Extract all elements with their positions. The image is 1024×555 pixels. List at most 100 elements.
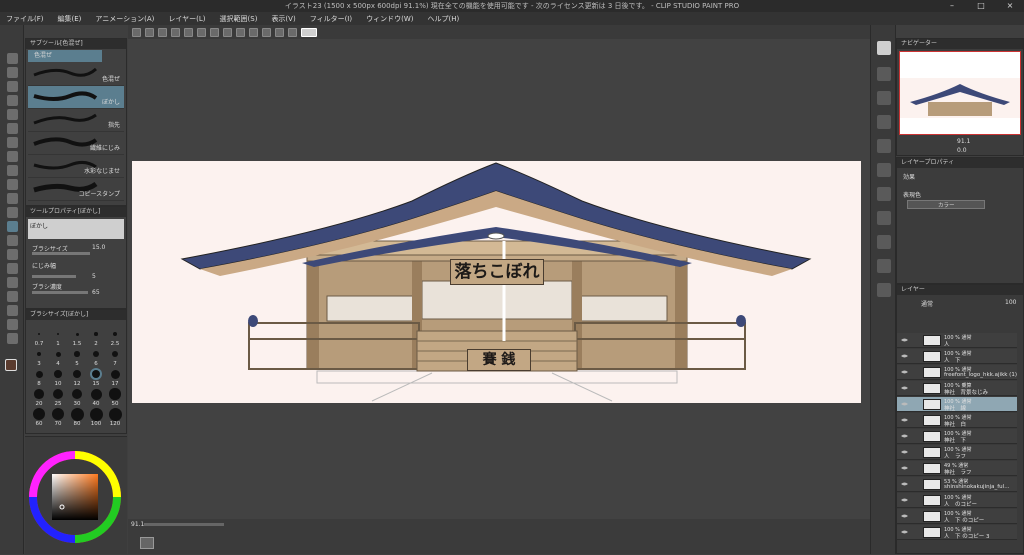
redo-icon[interactable] — [197, 27, 206, 37]
blur-slider[interactable] — [32, 275, 76, 278]
layer-visibility-eye-icon[interactable] — [901, 417, 908, 423]
material-icon[interactable] — [877, 91, 891, 105]
brush-size-preset[interactable] — [36, 351, 42, 357]
blend-tool-icon[interactable] — [7, 221, 18, 232]
layer-row[interactable]: 100 % 通常人 下 のコピー — [897, 509, 1017, 524]
navigator-preview[interactable] — [899, 51, 1021, 135]
hand-tool-icon[interactable] — [7, 67, 18, 78]
brush-size-preset[interactable] — [38, 333, 40, 335]
eraser-tool-icon[interactable] — [7, 207, 18, 218]
new-file-icon[interactable] — [145, 27, 154, 37]
subtool-item[interactable]: 指先 — [28, 109, 124, 132]
brush-size-preset[interactable] — [94, 332, 98, 336]
brush-size-preset[interactable] — [93, 351, 99, 357]
correct-line-tool-icon[interactable] — [7, 333, 18, 344]
brush-size-preset[interactable] — [75, 332, 79, 336]
brush-size-tab[interactable]: ブラシサイズ[ぼかし] — [26, 310, 126, 320]
density-slider[interactable] — [32, 291, 88, 294]
brush-size-preset[interactable] — [56, 332, 60, 336]
search-icon[interactable] — [877, 41, 891, 55]
main-color-swatch[interactable] — [5, 359, 17, 371]
layer-visibility-eye-icon[interactable] — [901, 513, 908, 519]
layer-row[interactable]: 100 % 通常 freefont_logo_hkk.ajikk (1) — [897, 365, 1017, 380]
invert-selection-icon[interactable] — [236, 27, 245, 37]
brush-size-preset[interactable] — [74, 351, 80, 357]
figure-tool-icon[interactable] — [7, 263, 18, 274]
layer-row[interactable]: 100 % 通常 神社 下 — [897, 429, 1017, 444]
brush-size-preset[interactable] — [70, 407, 84, 421]
ruler-tool-icon[interactable] — [7, 291, 18, 302]
layer-row[interactable]: 100 % 通常人 下 — [897, 349, 1017, 364]
menu-layer[interactable]: レイヤー(L) — [168, 14, 205, 24]
open-file-icon[interactable] — [158, 27, 167, 37]
menu-filter[interactable]: フィルター(I) — [310, 14, 352, 24]
layer-visibility-eye-icon[interactable] — [901, 481, 908, 487]
menu-view[interactable]: 表示(V) — [271, 14, 295, 24]
brush-size-preset[interactable] — [53, 389, 63, 399]
balloon-tool-icon[interactable] — [7, 319, 18, 330]
layer-visibility-eye-icon[interactable] — [901, 337, 908, 343]
eyedropper-tool-icon[interactable] — [7, 123, 18, 134]
gradient-tool-icon[interactable] — [7, 249, 18, 260]
zoom-tool-icon[interactable] — [7, 53, 18, 64]
subtool-tab[interactable]: サブツール[色混ぜ] — [26, 39, 126, 49]
navigator-toggle-icon[interactable] — [140, 537, 154, 549]
subtool-group[interactable]: 色混ぜ — [28, 50, 102, 62]
tool-property-tab[interactable]: ツールプロパティ[ぼかし] — [26, 207, 126, 217]
brush-size-preset[interactable] — [51, 407, 65, 421]
brush-size-preset[interactable] — [89, 407, 103, 421]
blur-value[interactable]: 5 — [92, 273, 96, 280]
layer-row[interactable]: 100 % 通常人 ラフ — [897, 445, 1017, 460]
move-layer-tool-icon[interactable] — [7, 95, 18, 106]
blend-mode-select[interactable]: 通常 — [921, 299, 933, 308]
layer-opacity[interactable]: 100 — [1005, 299, 1016, 306]
pen-tool-icon[interactable] — [7, 137, 18, 148]
brush-size-preset[interactable] — [108, 407, 122, 421]
brush-size-preset[interactable] — [54, 370, 62, 378]
layer-tab[interactable]: レイヤー — [897, 285, 1023, 295]
menu-window[interactable]: ウィンドウ(W) — [366, 14, 413, 24]
menu-file[interactable]: ファイル(F) — [6, 14, 44, 24]
subtool-item[interactable]: 水彩なじませ — [28, 155, 124, 178]
material-icon[interactable] — [877, 259, 891, 273]
brush-size-preset[interactable] — [55, 351, 61, 357]
snap-ruler-icon[interactable] — [275, 27, 284, 37]
decoration-tool-icon[interactable] — [7, 193, 18, 204]
frame-tool-icon[interactable] — [7, 277, 18, 288]
layer-row[interactable]: 100 % 乗算 神社 背景なじみ — [897, 381, 1017, 396]
layer-visibility-eye-icon[interactable] — [901, 449, 908, 455]
layer-visibility-eye-icon[interactable] — [901, 353, 908, 359]
color-wheel[interactable] — [25, 437, 127, 553]
brush-size-preset[interactable] — [110, 369, 120, 379]
material-icon[interactable] — [877, 283, 891, 297]
brush-size-preset[interactable] — [109, 388, 121, 400]
close-button[interactable]: × — [996, 0, 1024, 12]
minimize-button[interactable]: – — [938, 0, 966, 12]
save-icon[interactable] — [171, 27, 180, 37]
brush-size-preset[interactable] — [90, 388, 102, 400]
canvas-image[interactable]: 落ちこぼれ 賽 銭 — [132, 161, 861, 403]
layer-visibility-eye-icon[interactable] — [901, 497, 908, 503]
layer-row[interactable]: 100 % 通常 神社 線 — [897, 397, 1017, 412]
menu-edit[interactable]: 編集(E) — [58, 14, 82, 24]
selection-tool-icon[interactable] — [7, 109, 18, 120]
maximize-button[interactable]: □ — [967, 0, 995, 12]
airbrush-tool-icon[interactable] — [7, 179, 18, 190]
layer-row[interactable]: 100 % 通常人 下 のコピー 3 — [897, 525, 1017, 540]
subtool-item[interactable]: 色混ぜ — [28, 63, 124, 86]
navigator-tab[interactable]: ナビゲーター — [897, 39, 1023, 49]
layer-row[interactable]: 53 % 通常 shinshinokakujinja_ful... — [897, 477, 1017, 492]
navigator-zoom[interactable]: 91.1 — [957, 138, 970, 145]
brush-size-preset[interactable] — [34, 389, 44, 399]
material-icon[interactable] — [877, 115, 891, 129]
menu-help[interactable]: ヘルプ(H) — [427, 14, 459, 24]
zoom-slider[interactable] — [144, 523, 224, 526]
layer-visibility-eye-icon[interactable] — [901, 369, 908, 375]
subtool-item-selected[interactable]: ぼかし — [28, 86, 124, 109]
layer-row[interactable]: 100 % 通常人 のコピー — [897, 493, 1017, 508]
material-icon[interactable] — [877, 67, 891, 81]
zoom-readout[interactable]: 91.1 — [131, 521, 144, 528]
fill-tool-icon[interactable] — [7, 235, 18, 246]
menu-selection[interactable]: 選択範囲(S) — [220, 14, 258, 24]
subtool-item[interactable]: 繊維にじみ — [28, 132, 124, 155]
